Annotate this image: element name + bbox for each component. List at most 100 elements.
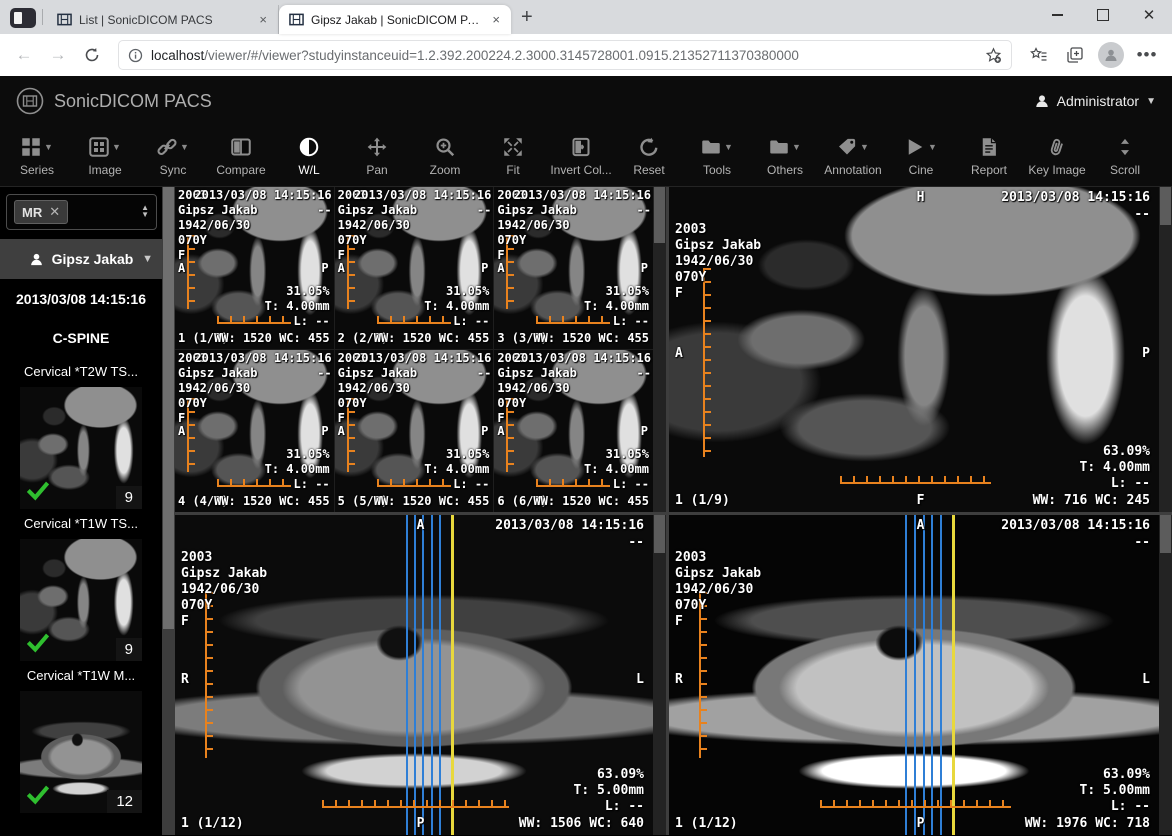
close-window-button[interactable]: ✕ (1126, 0, 1172, 30)
browser-menu-icon[interactable]: ••• (1132, 41, 1162, 69)
series-thumbnail[interactable]: 9 (20, 387, 142, 509)
overlay-thickness: T: 4.00mm (264, 462, 330, 476)
invert-icon (572, 137, 590, 156)
patient-selector[interactable]: Gipsz Jakab ▼ (0, 239, 162, 279)
grid-cell[interactable]: 2003 2013/03/08 14:15:16 Gipsz Jakab -- … (175, 350, 334, 512)
localizer-line (405, 515, 408, 835)
sonicdicom-logo-icon (16, 87, 44, 115)
modality-filter-select[interactable]: MR ✕ ▲ ▼ (6, 194, 157, 230)
series-thumbnail[interactable]: 9 (20, 539, 142, 661)
back-icon[interactable]: ← (10, 41, 38, 69)
toolbar-annotation-button[interactable]: ▼ Annotation (819, 126, 887, 186)
minimize-button[interactable] (1034, 0, 1080, 30)
orientation-right: P (640, 424, 648, 438)
viewport-scrollbar[interactable] (653, 187, 666, 512)
series-thumbnail[interactable]: 12 (20, 691, 142, 813)
toolbar-zoom-button[interactable]: Zoom (411, 126, 479, 186)
series-sidebar: MR ✕ ▲ ▼ Gipsz Jakab ▼ 2013/03/08 14:15:1… (0, 187, 175, 835)
overlay-patient-name: Gipsz Jakab (497, 366, 577, 380)
new-tab-button[interactable]: + (521, 7, 533, 27)
add-favorite-star-icon[interactable] (985, 46, 1002, 64)
refresh-icon[interactable] (78, 41, 106, 69)
toolbar-report-button[interactable]: Report (955, 126, 1023, 186)
viewport-axial-left[interactable]: 2003 Gipsz Jakab 1942/06/30 070Y F 2013/03/0… (175, 515, 666, 835)
viewport-scrollbar[interactable] (1159, 515, 1172, 835)
overlay-image-counter: 1 (1/12) (675, 816, 738, 831)
scrollbar-thumb[interactable] (1160, 515, 1171, 553)
scrollbar-thumb[interactable] (1160, 187, 1171, 225)
viewport-scrollbar[interactable] (1159, 187, 1172, 512)
series-label: Cervical *T1W M... (26, 668, 136, 683)
study-datetime[interactable]: 2013/03/08 14:15:16 (0, 279, 162, 318)
overlay-datetime: 2013/03/08 14:15:16 (495, 518, 644, 533)
toolbar-others-button[interactable]: ▼ Others (751, 126, 819, 186)
scrollbar-thumb[interactable] (654, 187, 665, 243)
forward-icon[interactable]: → (44, 41, 72, 69)
grid-cell[interactable]: 2003 2013/03/08 14:15:16 Gipsz Jakab -- … (334, 187, 494, 349)
toolbar-scroll-button[interactable]: Scroll (1091, 126, 1159, 186)
ruler-horizontal (217, 316, 291, 324)
orientation-left: A (178, 424, 186, 438)
scrollbar-thumb[interactable] (654, 515, 665, 553)
grid-cell[interactable]: 2003 2013/03/08 14:15:16 Gipsz Jakab -- … (494, 187, 653, 349)
favorites-bar-icon[interactable] (1024, 41, 1054, 69)
scrollbar-thumb[interactable] (163, 187, 174, 629)
toolbar-window-level-button[interactable]: W/L (275, 126, 343, 186)
tab-list-page[interactable]: List | SonicDICOM PACS × (47, 5, 279, 34)
profile-avatar[interactable] (1096, 41, 1126, 69)
toolbar-fit-button[interactable]: Fit (479, 126, 547, 186)
toolbar-sync-button[interactable]: ▼ Sync (139, 126, 207, 186)
toolbar-tools-button[interactable]: ▼ Tools (683, 126, 751, 186)
toolbar-compare-button[interactable]: Compare (207, 126, 275, 186)
toolbar-invert-button[interactable]: Invert Col... (547, 126, 615, 186)
site-info-icon[interactable] (128, 48, 143, 63)
overlay-patient-name: Gipsz Jakab (337, 203, 418, 217)
overlay-placeholder: -- (476, 203, 492, 217)
document-icon (982, 137, 996, 156)
reset-icon (640, 137, 658, 156)
maximize-button[interactable] (1080, 0, 1126, 30)
overlay-datetime: 2013/03/08 14:15:16 (1001, 190, 1150, 205)
remove-filter-icon[interactable]: ✕ (49, 204, 60, 220)
localizer-line (439, 515, 442, 835)
overlay-location: L: -- (612, 314, 649, 328)
viewport-sagittal[interactable]: 2003 Gipsz Jakab 1942/06/30 070Y F 2013/03/0… (669, 187, 1172, 512)
overlay-placeholder: -- (317, 366, 332, 380)
image-grid-icon (89, 136, 109, 157)
grid-cell[interactable]: 2003 2013/03/08 14:15:16 Gipsz Jakab -- … (175, 187, 334, 349)
series-item[interactable]: Cervical *T2W TS... 9 (0, 364, 162, 509)
overlay-age: 070Y (178, 233, 207, 247)
orientation-right: P (321, 424, 329, 438)
url-text[interactable]: localhost/viewer/#/viewer?studyinstanceu… (151, 48, 977, 63)
series-item[interactable]: Cervical *T1W TS... 9 (0, 516, 162, 661)
collections-icon[interactable] (1060, 41, 1090, 69)
series-item[interactable]: Cervical *T1W M... 12 (0, 668, 162, 813)
overlay-patient-name: Gipsz Jakab (337, 366, 418, 380)
study-description[interactable]: C-SPINE (0, 318, 162, 357)
url-field[interactable]: localhost/viewer/#/viewer?studyinstanceu… (118, 40, 1012, 70)
overlay-zoom: 63.09% (597, 767, 644, 782)
toolbar-image-button[interactable]: ▼ Image (71, 126, 139, 186)
overlay-thickness: T: 4.00mm (424, 299, 490, 313)
user-menu[interactable]: Administrator ▼ (1034, 93, 1156, 109)
toolbar-pan-button[interactable]: Pan (343, 126, 411, 186)
grid-cell[interactable]: 2003 2013/03/08 14:15:16 Gipsz Jakab -- … (494, 350, 653, 512)
person-icon (1035, 95, 1048, 107)
toolbar-keyimage-button[interactable]: Key Image (1023, 126, 1091, 186)
localizer-line (414, 515, 417, 835)
orientation-left: A (178, 261, 186, 275)
overlay-datetime: 2013/03/08 14:15:16 (354, 351, 492, 365)
overlay-birth-date: 1942/06/30 (178, 218, 251, 232)
tab-actions-icon[interactable] (10, 8, 36, 28)
tab-viewer-page[interactable]: Gipsz Jakab | SonicDICOM PACS × (279, 5, 511, 34)
close-tab-icon[interactable]: × (489, 12, 503, 27)
toolbar-cine-button[interactable]: ▼ Cine (887, 126, 955, 186)
toolbar-series-button[interactable]: ▼ Series (3, 126, 71, 186)
toolbar-reset-button[interactable]: Reset (615, 126, 683, 186)
viewport-scrollbar[interactable] (653, 515, 666, 835)
viewport-axial-right[interactable]: 2003 Gipsz Jakab 1942/06/30 070Y F 2013/03/0… (669, 515, 1172, 835)
sidebar-scrollbar[interactable] (162, 187, 175, 835)
overlay-location: L: -- (1110, 799, 1150, 814)
close-tab-icon[interactable]: × (256, 12, 270, 27)
grid-cell[interactable]: 2003 2013/03/08 14:15:16 Gipsz Jakab -- … (334, 350, 494, 512)
